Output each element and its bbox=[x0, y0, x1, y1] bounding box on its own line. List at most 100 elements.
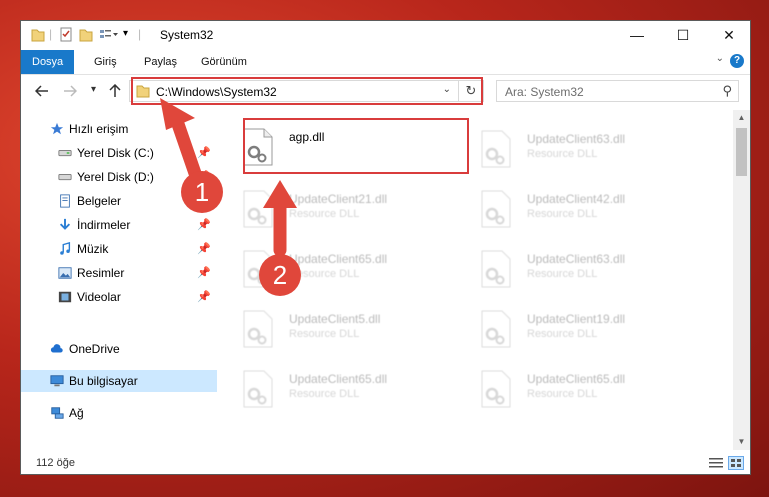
file-tile[interactable]: UpdateClient19.dll Resource DLL bbox=[461, 304, 691, 356]
sidebar-item-local-disk-d[interactable]: Yerel Disk (D:) 📌 bbox=[21, 166, 217, 188]
properties-icon[interactable] bbox=[59, 27, 73, 43]
sidebar-item-pictures[interactable]: Resimler 📌 bbox=[21, 262, 217, 284]
file-tile[interactable]: UpdateClient65.dll Resource DLL bbox=[461, 364, 691, 416]
dll-file-icon bbox=[243, 370, 273, 408]
dll-file-icon bbox=[481, 130, 511, 168]
sidebar-item-network[interactable]: Ağ bbox=[21, 402, 217, 424]
file-type: Resource DLL bbox=[527, 328, 598, 340]
sidebar-item-label: Müzik bbox=[77, 242, 109, 256]
help-icon[interactable]: ? bbox=[730, 54, 744, 68]
dll-file-icon bbox=[243, 310, 273, 348]
file-name: UpdateClient5.dll bbox=[289, 312, 381, 326]
cloud-icon bbox=[50, 344, 63, 353]
sidebar-item-onedrive[interactable]: OneDrive bbox=[21, 338, 217, 360]
network-icon bbox=[51, 407, 64, 419]
tab-file[interactable]: Dosya bbox=[21, 50, 75, 74]
download-icon bbox=[59, 218, 71, 230]
file-tile[interactable]: UpdateClient63.dll Resource DLL bbox=[461, 244, 691, 296]
drive-icon bbox=[58, 149, 72, 157]
file-name: UpdateClient21.dll bbox=[289, 192, 388, 206]
file-type: Resource DLL bbox=[527, 388, 598, 400]
file-name: UpdateClient42.dll bbox=[527, 192, 626, 206]
customize-toolbar-icon[interactable] bbox=[99, 27, 119, 43]
details-view-icon[interactable] bbox=[708, 456, 724, 470]
navigation-pane: Hızlı erişim Yerel Disk (C:) 📌 Yerel Dis… bbox=[21, 110, 217, 450]
close-button[interactable]: ✕ bbox=[706, 21, 750, 49]
dll-file-icon bbox=[481, 310, 511, 348]
file-type: Resource DLL bbox=[289, 388, 360, 400]
video-icon bbox=[58, 291, 72, 303]
file-type: Resource DLL bbox=[527, 208, 598, 220]
maximize-button[interactable]: ☐ bbox=[660, 21, 706, 49]
pin-icon[interactable]: 📌 bbox=[197, 286, 211, 308]
file-tile[interactable]: UpdateClient65.dll Resource DLL bbox=[223, 364, 453, 416]
sidebar-item-label: Belgeler bbox=[77, 194, 122, 208]
file-type: Resource DLL bbox=[527, 268, 598, 280]
scroll-up-icon[interactable]: ▲ bbox=[733, 110, 750, 126]
file-type: Resource DLL bbox=[527, 148, 598, 160]
sidebar-item-downloads[interactable]: İndirmeler 📌 bbox=[21, 214, 217, 236]
ribbon-expand-icon[interactable]: ⌄ bbox=[716, 53, 724, 64]
file-tile[interactable]: UpdateClient5.dll Resource DLL bbox=[223, 304, 453, 356]
sidebar-item-label: İndirmeler bbox=[77, 218, 131, 232]
address-highlight-box bbox=[131, 77, 483, 105]
file-name: UpdateClient63.dll bbox=[527, 252, 626, 266]
sidebar-item-quick-access[interactable]: Hızlı erişim bbox=[21, 118, 217, 140]
dll-file-icon bbox=[243, 250, 273, 288]
sidebar-item-label: Yerel Disk (D:) bbox=[77, 170, 154, 184]
dll-file-icon bbox=[481, 370, 511, 408]
file-tile[interactable]: UpdateClient42.dll Resource DLL bbox=[461, 184, 691, 236]
file-type: Resource DLL bbox=[289, 328, 360, 340]
pin-icon[interactable]: 📌 bbox=[197, 238, 211, 260]
file-tile[interactable]: UpdateClient63.dll Resource DLL bbox=[461, 124, 691, 176]
pin-icon[interactable]: 📌 bbox=[197, 262, 211, 284]
sidebar-item-label: Ağ bbox=[69, 406, 84, 420]
tab-view[interactable]: Görünüm bbox=[201, 50, 247, 74]
dll-file-icon bbox=[481, 250, 511, 288]
scrollbar-thumb[interactable] bbox=[736, 128, 747, 176]
sidebar-item-music[interactable]: Müzik 📌 bbox=[21, 238, 217, 260]
sidebar-item-local-disk-c[interactable]: Yerel Disk (C:) 📌 bbox=[21, 142, 217, 164]
back-button[interactable] bbox=[35, 85, 49, 97]
new-folder-icon[interactable] bbox=[79, 27, 93, 43]
tab-share[interactable]: Paylaş bbox=[144, 50, 177, 74]
sidebar-item-label: Bu bilgisayar bbox=[69, 374, 138, 388]
music-icon bbox=[60, 242, 71, 255]
sidebar-item-this-pc[interactable]: Bu bilgisayar bbox=[21, 370, 217, 392]
sidebar-item-documents[interactable]: Belgeler 📌 bbox=[21, 190, 217, 212]
recent-locations-button[interactable]: ▾ bbox=[91, 84, 96, 95]
tab-home[interactable]: Giriş bbox=[94, 50, 117, 74]
window-title: System32 bbox=[160, 28, 214, 42]
tiles-view-icon[interactable] bbox=[728, 456, 744, 470]
up-button[interactable] bbox=[109, 84, 121, 98]
search-input[interactable]: Ara: System32 ⚲ bbox=[496, 80, 739, 102]
file-tile[interactable]: UpdateClient65.dll Resource DLL bbox=[223, 244, 453, 296]
sidebar-item-label: Yerel Disk (C:) bbox=[77, 146, 154, 160]
file-name: UpdateClient63.dll bbox=[527, 132, 626, 146]
computer-icon bbox=[50, 375, 64, 387]
pin-icon[interactable]: 📌 bbox=[197, 214, 211, 236]
file-name: UpdateClient65.dll bbox=[289, 372, 388, 386]
item-count: 112 öğe bbox=[36, 457, 75, 469]
search-placeholder: Ara: System32 bbox=[505, 85, 584, 99]
forward-button[interactable] bbox=[63, 85, 77, 97]
status-bar: 112 öğe bbox=[21, 452, 750, 474]
ribbon-tabs: Dosya Giriş Paylaş Görünüm ⌄ ? bbox=[21, 50, 750, 75]
documents-icon bbox=[60, 194, 70, 208]
dll-file-icon bbox=[481, 190, 511, 228]
vertical-scrollbar[interactable]: ▲ ▼ bbox=[733, 110, 750, 450]
pin-icon[interactable]: 📌 bbox=[197, 190, 211, 212]
scroll-down-icon[interactable]: ▼ bbox=[733, 434, 750, 450]
star-icon bbox=[50, 122, 64, 135]
pictures-icon bbox=[58, 267, 72, 279]
folder-icon[interactable] bbox=[31, 27, 45, 43]
pin-icon[interactable]: 📌 bbox=[197, 142, 211, 164]
minimize-button[interactable]: — bbox=[614, 21, 660, 49]
file-tile[interactable]: UpdateClient21.dll Resource DLL bbox=[223, 184, 453, 236]
title-bar: | ▾ | System32 — ☐ ✕ bbox=[21, 21, 750, 49]
sidebar-item-videos[interactable]: Videolar 📌 bbox=[21, 286, 217, 308]
file-name: UpdateClient65.dll bbox=[527, 372, 626, 386]
pin-icon[interactable]: 📌 bbox=[197, 166, 211, 188]
search-icon[interactable]: ⚲ bbox=[722, 83, 732, 99]
quick-access-toolbar-dropdown-icon[interactable]: ▾ bbox=[123, 28, 128, 39]
